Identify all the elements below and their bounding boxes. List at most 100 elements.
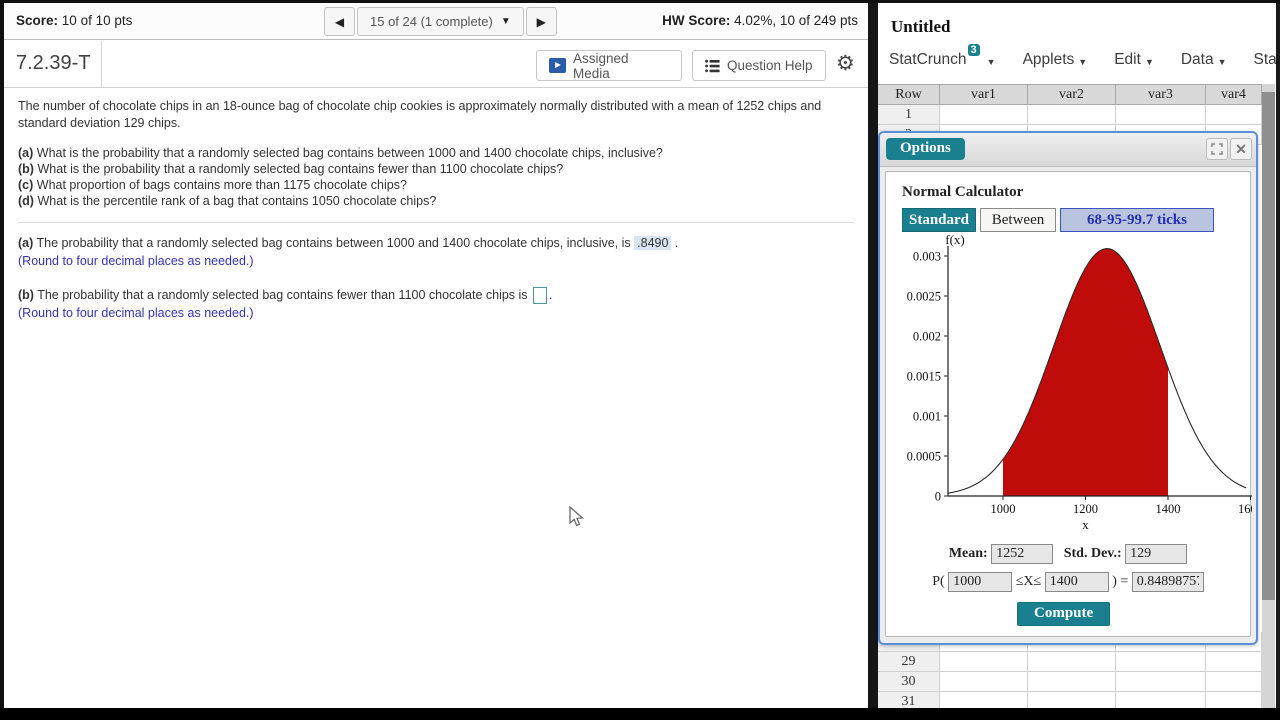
calculator-heading: Normal Calculator	[902, 184, 1024, 200]
close-icon: ✕	[1235, 140, 1247, 157]
question-position-label: 15 of 24 (1 complete)	[370, 14, 493, 29]
data-cell[interactable]	[1028, 105, 1116, 125]
screen: Score: 10 of 10 pts ◀ 15 of 24 (1 comple…	[0, 0, 1280, 720]
score-value: 10 of 10 pts	[61, 13, 133, 28]
vertical-scrollbar[interactable]	[1262, 84, 1275, 708]
tab-between[interactable]: Between	[980, 208, 1056, 232]
probability-row: P( ≤X≤ ) =	[886, 572, 1250, 592]
menu-label: Applets	[1022, 51, 1075, 68]
prev-question-button[interactable]: ◀	[324, 7, 355, 36]
assigned-media-button[interactable]: Assigned Media	[536, 50, 682, 81]
svg-text:1000: 1000	[991, 502, 1016, 516]
divider	[18, 222, 854, 223]
column-header-var4[interactable]: var4	[1206, 85, 1262, 104]
data-cell[interactable]	[940, 652, 1028, 672]
spreadsheet-rows-bottom: 2829303132	[878, 632, 1262, 720]
hw-score-group: HW Score: 4.02%, 10 of 249 pts	[662, 13, 858, 28]
chevron-down-icon: ▼	[1217, 57, 1227, 67]
menu-label: Data	[1180, 51, 1214, 68]
menu-edit[interactable]: Edit ▼	[1114, 51, 1154, 69]
tab-row: Standard Between 68-95-99.7 ticks	[902, 208, 1242, 233]
svg-text:0.0025: 0.0025	[907, 290, 941, 304]
next-question-button[interactable]: ▶	[525, 7, 557, 36]
chevron-down-icon: ▼	[1144, 57, 1154, 67]
tab-standard[interactable]: Standard	[902, 208, 976, 232]
data-cell[interactable]	[1116, 652, 1206, 672]
lower-bound-input[interactable]	[948, 572, 1013, 592]
data-cell[interactable]	[1206, 652, 1262, 672]
data-cell[interactable]	[1028, 672, 1116, 692]
part-text: What is the probability that a randomly …	[37, 162, 564, 176]
letterbox-bottom	[0, 708, 1280, 720]
p-open-label: P(	[932, 574, 945, 589]
data-cell[interactable]	[1206, 105, 1262, 125]
compute-button[interactable]: Compute	[1017, 602, 1111, 626]
svg-text:0.001: 0.001	[913, 410, 941, 424]
dialog-body: Normal Calculator Standard Between 68-95…	[885, 171, 1252, 637]
next-arrow-icon: ▶	[536, 14, 546, 29]
menu-bar: StatCrunch3▼ Applets▼ Edit▼ Data▼ Stat▼	[889, 44, 1280, 69]
row-number-cell[interactable]: 30	[878, 672, 940, 692]
gear-icon[interactable]: ⚙	[836, 53, 855, 74]
table-row[interactable]: 30	[878, 672, 1262, 692]
part-label: (b)	[18, 162, 34, 176]
svg-text:0.0015: 0.0015	[907, 370, 941, 384]
data-cell[interactable]	[940, 105, 1028, 125]
part-label: (a)	[18, 146, 34, 160]
scrollbar-thumb[interactable]	[1262, 92, 1275, 600]
data-cell[interactable]	[1028, 652, 1116, 672]
close-button[interactable]: ✕	[1230, 138, 1252, 160]
question-part-a: (a) What is the probability that a rando…	[18, 145, 854, 161]
panel-divider	[868, 0, 878, 720]
column-header-row[interactable]: Row	[878, 85, 940, 104]
row-number-cell[interactable]: 29	[878, 652, 940, 672]
svg-text:x: x	[1082, 517, 1089, 532]
data-cell[interactable]	[1116, 672, 1206, 692]
letterbox-top	[0, 0, 1280, 3]
data-cell[interactable]	[1116, 105, 1206, 125]
answer-b-input[interactable]	[533, 287, 548, 305]
column-header-var1[interactable]: var1	[940, 85, 1028, 104]
upper-bound-input[interactable]	[1044, 572, 1109, 592]
table-row[interactable]: 29	[878, 652, 1262, 672]
ticks-toggle-button[interactable]: 68-95-99.7 ticks	[1060, 208, 1214, 232]
data-cell[interactable]	[1206, 672, 1262, 692]
spreadsheet-header: Row var1 var2 var3 var4	[878, 84, 1262, 105]
question-position-dropdown[interactable]: 15 of 24 (1 complete) ▼	[357, 7, 524, 36]
row-number-cell[interactable]: 1	[878, 105, 940, 125]
column-header-var3[interactable]: var3	[1116, 85, 1206, 104]
answer-b-line: (b) The probability that a randomly sele…	[18, 287, 854, 305]
expand-icon	[1211, 143, 1223, 155]
answer-b-block: (b) The probability that a randomly sele…	[18, 287, 854, 323]
svg-text:f(x): f(x)	[945, 232, 965, 247]
options-title-button[interactable]: Options	[886, 138, 965, 160]
answer-a-value[interactable]: .8490	[634, 236, 672, 250]
question-nav: ◀ 15 of 24 (1 complete) ▼ ▶	[324, 7, 557, 36]
mean-input[interactable]	[991, 544, 1054, 564]
answer-suffix: .	[549, 288, 553, 302]
svg-text:0.0005: 0.0005	[907, 450, 941, 464]
answer-text: The probability that a randomly selected…	[37, 288, 528, 302]
part-text: What is the percentile rank of a bag tha…	[37, 194, 437, 208]
hw-score-label: HW Score:	[662, 13, 731, 28]
question-help-button[interactable]: Question Help	[692, 50, 826, 81]
svg-text:1600: 1600	[1238, 502, 1252, 516]
media-icon	[549, 58, 566, 73]
question-intro: The number of chocolate chips in an 18-o…	[18, 99, 822, 130]
menu-applets[interactable]: Applets ▼	[1023, 51, 1088, 69]
answer-label: (b)	[18, 288, 34, 302]
menu-data[interactable]: Data ▼	[1181, 51, 1227, 69]
score-bar: Score: 10 of 10 pts ◀ 15 of 24 (1 comple…	[4, 3, 868, 40]
column-header-var2[interactable]: var2	[1028, 85, 1116, 104]
menu-statcrunch[interactable]: StatCrunch 3 ▼	[889, 44, 996, 69]
mean-label: Mean:	[948, 546, 988, 561]
sd-input[interactable]	[1125, 544, 1188, 564]
question-help-label: Question Help	[727, 58, 813, 73]
table-row[interactable]: 1	[878, 105, 1262, 125]
dialog-titlebar[interactable]: Options ✕	[880, 133, 1256, 167]
prev-arrow-icon: ◀	[334, 14, 345, 29]
score-label: Score:	[16, 13, 59, 28]
data-cell[interactable]	[940, 672, 1028, 692]
expand-button[interactable]	[1206, 138, 1228, 160]
result-input[interactable]	[1131, 572, 1204, 592]
